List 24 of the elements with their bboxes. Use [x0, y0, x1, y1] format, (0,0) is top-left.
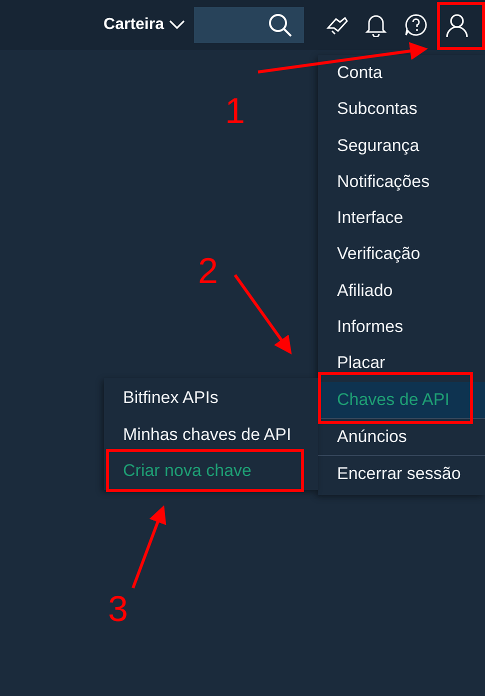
search-field[interactable]: [194, 7, 304, 43]
bell-icon[interactable]: [365, 13, 387, 37]
menu-item[interactable]: Interface: [318, 200, 485, 236]
menu-item[interactable]: Afiliado: [318, 272, 485, 310]
wallet-menu[interactable]: Carteira: [104, 16, 185, 34]
menu-item[interactable]: Verificação: [318, 236, 485, 273]
step-number: 3: [108, 591, 128, 627]
highlight-box: [437, 2, 485, 50]
user-icon[interactable]: [445, 13, 469, 37]
menu-item[interactable]: Notificações: [318, 164, 485, 200]
menu-item[interactable]: Subcontas: [318, 91, 485, 128]
help-icon[interactable]: [404, 13, 428, 37]
menu-item[interactable]: Criar nova chave: [104, 453, 318, 490]
menu-item[interactable]: Bitfinex APIs: [104, 380, 318, 416]
chevron-down-icon: [169, 20, 185, 30]
menu-item[interactable]: Conta: [318, 55, 485, 92]
search-icon: [268, 13, 292, 37]
menu-item[interactable]: Informes: [318, 309, 485, 346]
step-number: 2: [198, 253, 218, 289]
menu-item[interactable]: Segurança: [318, 128, 485, 164]
step-number: 1: [225, 93, 246, 129]
menu-item[interactable]: Placar: [318, 345, 485, 382]
menu-item[interactable]: Chaves de API: [318, 382, 485, 418]
menu-item[interactable]: Minhas chaves de API: [104, 416, 318, 453]
